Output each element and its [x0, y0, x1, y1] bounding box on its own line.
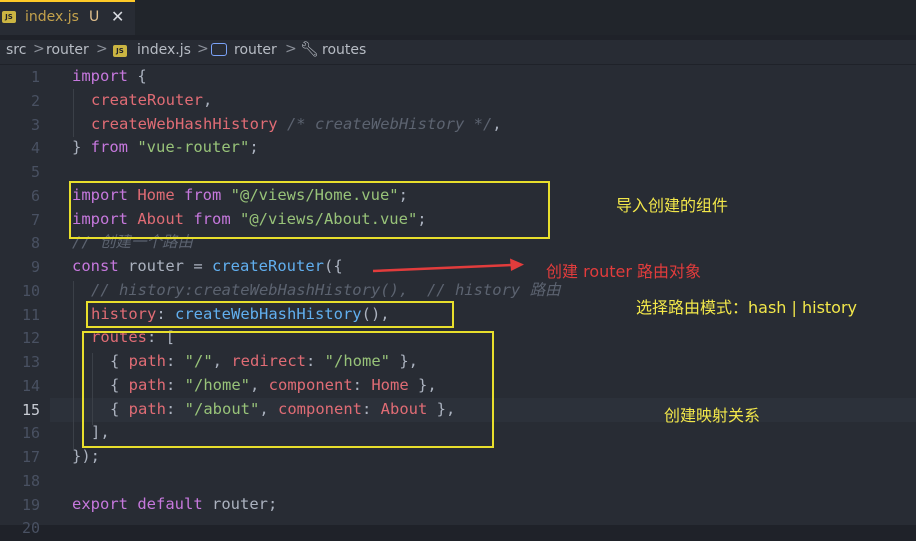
js-file-icon: JS [113, 45, 127, 57]
annotation-create-router: 创建 router 路由对象 [546, 262, 702, 281]
line-number: 12 [21, 329, 40, 347]
variable-icon [211, 43, 227, 56]
code-line: createRouter, [91, 91, 213, 109]
red-arrow-icon [372, 258, 524, 273]
annotation-import-components: 导入创建的组件 [616, 196, 729, 215]
history-highlight-box [86, 301, 454, 328]
tab-index-js[interactable]: JS index.js U ✕ [0, 0, 135, 35]
line-number: 8 [30, 234, 40, 252]
line-number-active: 15 [21, 401, 40, 419]
tab-filename: index.js [25, 9, 79, 25]
wrench-icon: 🔧︎ [300, 40, 320, 58]
breadcrumb-router-folder[interactable]: router [46, 42, 89, 58]
breadcrumb-symbol-routes[interactable]: routes [322, 42, 366, 58]
annotation-mapping: 创建映射关系 [664, 406, 761, 425]
breadcrumb-src[interactable]: src [6, 42, 26, 58]
close-icon[interactable]: ✕ [111, 7, 124, 26]
line-number: 14 [21, 377, 40, 395]
import-highlight-box [69, 181, 550, 239]
chevron-right-icon: > [33, 41, 45, 57]
line-number: 7 [30, 211, 40, 229]
line-number: 17 [21, 448, 40, 466]
line-number: 1 [30, 68, 40, 86]
line-number: 10 [21, 282, 40, 300]
indent-guide [73, 89, 74, 137]
line-number: 16 [21, 424, 40, 442]
code-line: // history:createWebHashHistory(), // hi… [91, 281, 561, 299]
indent-guide [73, 281, 74, 449]
js-file-icon: JS [2, 11, 16, 23]
code-line: export default router; [72, 495, 278, 513]
line-number: 11 [21, 306, 40, 324]
chevron-right-icon: > [285, 41, 297, 57]
code-line: }); [72, 447, 100, 465]
annotation-history-mode: 选择路由模式：hash | history [636, 298, 858, 317]
line-number: 2 [30, 92, 40, 110]
line-number: 18 [21, 472, 40, 490]
routes-highlight-box [82, 331, 494, 448]
breadcrumb-symbol-router[interactable]: router [234, 42, 277, 58]
line-number: 3 [30, 116, 40, 134]
chevron-right-icon: > [197, 41, 209, 57]
line-number: 5 [30, 163, 40, 181]
breadcrumb: src > router > JS index.js > router > 🔧︎… [0, 40, 916, 64]
line-number: 13 [21, 353, 40, 371]
line-number: 6 [30, 187, 40, 205]
git-status-untracked: U [89, 9, 100, 25]
line-number: 20 [21, 519, 40, 537]
code-line: import { [72, 67, 147, 85]
code-line: } from "vue-router"; [72, 138, 259, 156]
code-line: const router = createRouter({ [72, 257, 343, 275]
line-number: 19 [21, 496, 40, 514]
code-line: createWebHashHistory /* createWebHistory… [91, 115, 502, 133]
editor-tab-bar: JS index.js U ✕ [0, 0, 916, 35]
chevron-right-icon: > [96, 41, 108, 57]
line-number: 9 [30, 258, 40, 276]
line-number: 4 [30, 139, 40, 157]
breadcrumb-file[interactable]: index.js [137, 42, 191, 58]
